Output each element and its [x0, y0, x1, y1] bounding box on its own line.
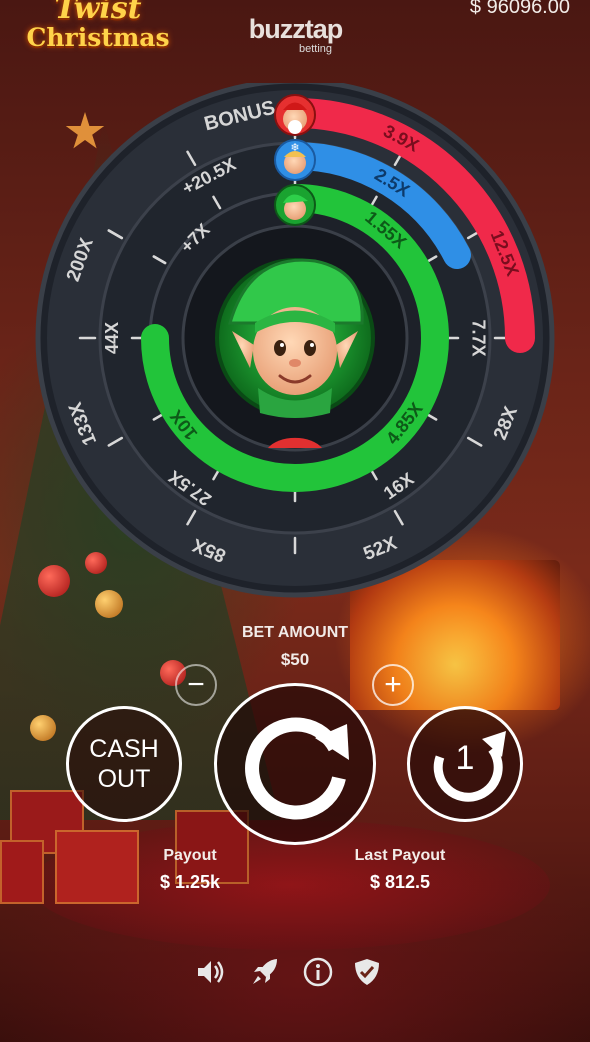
rocket-icon[interactable] [248, 955, 282, 989]
elf-icon [274, 184, 316, 226]
shield-icon[interactable] [350, 955, 384, 989]
sound-icon[interactable] [193, 955, 227, 989]
snowgirl-icon: ❄ [274, 139, 316, 181]
santa-icon [274, 94, 316, 136]
payout-value: $ 1.25k [159, 872, 221, 892]
ornament [30, 715, 56, 741]
payout-label: Payout [163, 847, 217, 864]
minus-icon: − [187, 668, 205, 701]
svg-text:❄: ❄ [290, 142, 299, 154]
game-logo: Twist Christmas [18, 0, 178, 66]
increase-bet-button[interactable]: + [372, 664, 414, 706]
cash-out-button[interactable]: CASH OUT [66, 706, 182, 822]
logo-line-2: Christmas [26, 23, 170, 52]
wheel-label: 7.7X [468, 319, 488, 356]
last-payout-value: $ 812.5 [369, 872, 431, 892]
decrease-bet-button[interactable]: − [175, 664, 217, 706]
spin-button[interactable] [214, 683, 376, 845]
autoplay-button[interactable]: 1 [407, 706, 523, 822]
logo-line-1: Twist [54, 0, 142, 26]
center-elf-icon [215, 258, 375, 418]
cash-out-line-1: CASH [89, 735, 159, 763]
gift-box [55, 830, 139, 904]
brand-name: buzztap [248, 14, 344, 44]
last-payout-label: Last Payout [354, 847, 446, 864]
balance: $ 96096.00 [469, 0, 570, 18]
brand-sub: betting [298, 43, 333, 55]
autoplay-count: 1 [455, 739, 475, 777]
plus-icon: + [384, 668, 402, 701]
gift-box [0, 840, 44, 904]
cash-out-line-2: OUT [97, 765, 151, 793]
brand-logo: buzztap betting [238, 14, 353, 55]
cash-out-label: CASH OUT [89, 734, 158, 794]
bet-amount-value: $50 [280, 650, 310, 669]
info-icon[interactable] [301, 955, 335, 989]
wheel-label: 44X [102, 322, 122, 354]
multiplier-wheel: BONUS200X133X85X 52X28X+20.5X44X27.5X 16X7… [35, 83, 555, 598]
spin-icon [245, 717, 349, 820]
bet-amount-label: BET AMOUNT [241, 624, 349, 641]
